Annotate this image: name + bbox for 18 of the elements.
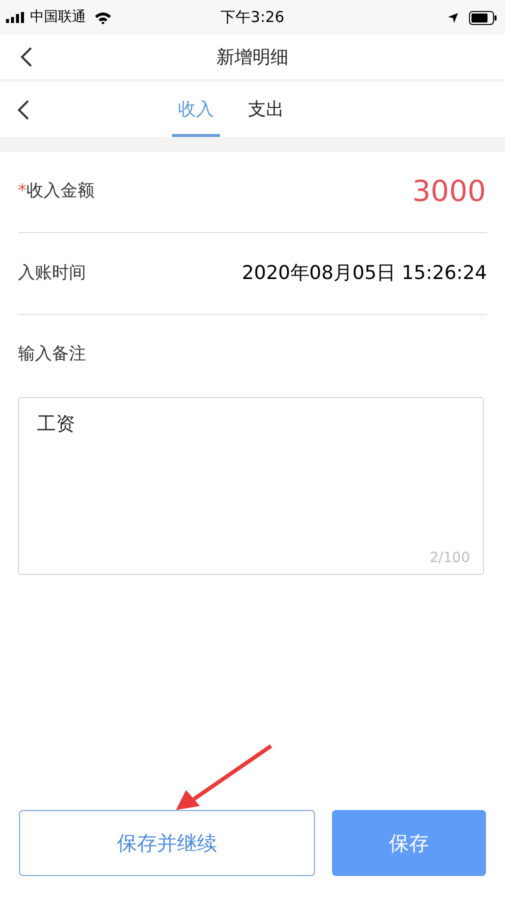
carrier-name: 中国联通 xyxy=(30,8,86,27)
page-title: 新增明细 xyxy=(216,46,288,70)
save-continue-button[interactable]: 保存并继续 xyxy=(19,810,315,876)
remark-field[interactable]: 工资 2/100 xyxy=(18,397,484,575)
date-time-value[interactable]: 2020年08月05日 15:26:24 xyxy=(242,259,487,288)
signal-icon xyxy=(6,12,26,23)
battery-icon xyxy=(469,10,497,24)
field-label: 入账时间 xyxy=(18,262,86,285)
character-counter: 2/100 xyxy=(430,549,470,568)
wifi-icon xyxy=(94,11,112,24)
amount-value[interactable]: 3000 xyxy=(412,170,486,214)
tab[interactable]: 支出 xyxy=(242,82,290,137)
remark-text: 工资 xyxy=(37,412,75,437)
location-arrow-icon xyxy=(447,12,459,24)
field-label: *收入金额 xyxy=(18,180,94,204)
field-label: 输入备注 xyxy=(18,343,86,366)
save-button[interactable]: 保存 xyxy=(332,810,486,876)
clock-time: 下午3:26 xyxy=(220,7,284,28)
